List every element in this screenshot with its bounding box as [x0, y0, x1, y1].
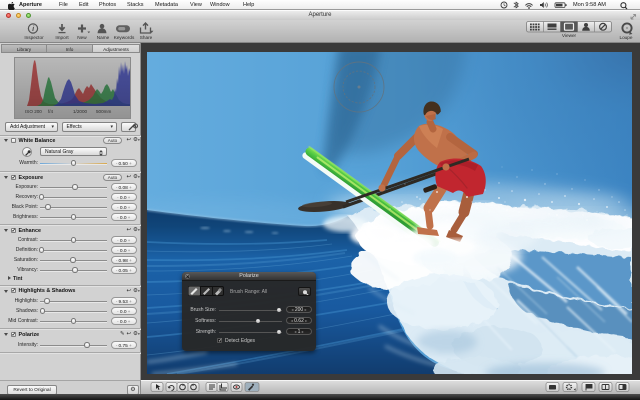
- svg-text:i: i: [32, 24, 35, 33]
